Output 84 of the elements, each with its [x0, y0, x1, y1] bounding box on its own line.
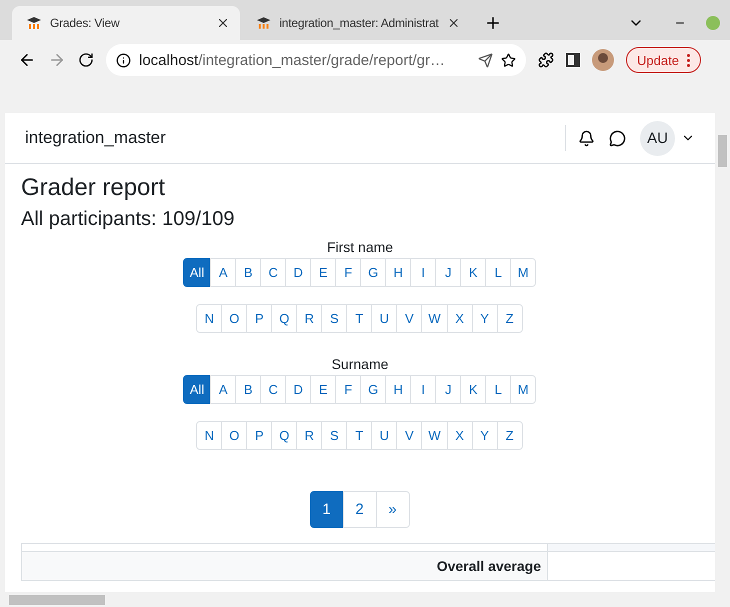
new-tab-icon[interactable] [484, 14, 502, 32]
participants-count: All participants: 109/109 [21, 208, 236, 231]
letter-filter[interactable]: A [210, 375, 236, 404]
letter-filter[interactable]: O [221, 304, 248, 333]
letter-filter[interactable]: T [346, 421, 372, 450]
letter-filter[interactable]: N [196, 304, 222, 333]
side-panel-icon[interactable] [566, 53, 580, 67]
update-button[interactable]: Update [626, 47, 701, 73]
letter-filter[interactable]: Q [271, 304, 298, 333]
letter-filter[interactable]: N [196, 421, 222, 450]
table-header: Overall average [436, 557, 542, 576]
info-icon [116, 52, 131, 68]
tab-title: integration_master: Administrat [279, 16, 439, 30]
letter-filter[interactable]: X [446, 421, 473, 450]
letter-filter[interactable]: D [285, 258, 312, 287]
letter-filter[interactable]: F [335, 375, 362, 404]
tab-title: Grades: View [50, 16, 121, 30]
letter-filter[interactable]: X [446, 304, 473, 333]
back-icon[interactable] [18, 51, 36, 69]
letter-filter[interactable]: V [396, 421, 422, 450]
letter-filter[interactable]: S [321, 421, 348, 450]
letter-filter[interactable]: Y [472, 421, 498, 450]
letter-filter[interactable]: R [296, 304, 322, 333]
letter-filter[interactable]: O [221, 421, 248, 450]
letter-filter[interactable]: H [385, 375, 412, 404]
letter-filter[interactable]: V [396, 304, 422, 333]
letter-filter[interactable]: Y [472, 304, 498, 333]
letter-filter[interactable]: C [260, 375, 286, 404]
letter-filter[interactable]: I [410, 375, 436, 404]
letter-filter[interactable]: T [346, 304, 372, 333]
letter-filter[interactable]: B [235, 258, 262, 287]
letter-filter[interactable]: G [360, 258, 386, 287]
profile-avatar[interactable] [592, 49, 614, 71]
filter-label: Surname [332, 356, 388, 372]
filter-label: First name [326, 239, 394, 255]
letter-filter[interactable]: K [460, 375, 486, 404]
letter-filter[interactable]: H [385, 258, 412, 287]
bell-icon[interactable] [578, 130, 595, 146]
letter-filter[interactable]: All [182, 258, 212, 287]
mortarboard-icon [256, 16, 272, 30]
page-link[interactable]: » [376, 491, 410, 528]
letter-filter[interactable]: All [182, 375, 212, 404]
star-icon[interactable] [501, 52, 516, 68]
letter-filter[interactable]: W [421, 421, 448, 450]
letter-filter[interactable]: U [371, 421, 398, 450]
letter-filter[interactable]: U [371, 304, 398, 333]
letter-filter[interactable]: W [421, 304, 448, 333]
letter-filter[interactable]: E [310, 258, 336, 287]
page-link[interactable]: 1 [310, 491, 344, 528]
letter-filter[interactable]: P [246, 421, 272, 450]
letter-filter[interactable]: E [310, 375, 336, 404]
site-name[interactable]: integration_master [25, 128, 565, 148]
letter-filter[interactable]: L [485, 375, 512, 404]
letter-filter[interactable]: M [510, 375, 536, 404]
letter-filter[interactable]: Z [496, 421, 523, 450]
user-avatar[interactable]: AU [640, 120, 675, 156]
letter-filter[interactable]: A [210, 258, 236, 287]
browser-tab[interactable]: Grades: View [12, 6, 240, 40]
letter-filter[interactable]: D [285, 375, 312, 404]
page-link[interactable]: 2 [342, 491, 376, 528]
url-text: localhost/integration_master/grade/report/gr… [139, 52, 446, 68]
letter-filter[interactable]: L [485, 258, 512, 287]
letter-filter[interactable]: F [335, 258, 362, 287]
letter-filter[interactable]: G [360, 375, 386, 404]
send-icon[interactable] [478, 52, 493, 68]
letter-filter[interactable]: M [510, 258, 536, 287]
page-title: Grader report [21, 174, 166, 202]
puzzle-icon[interactable] [538, 52, 554, 68]
letter-filter[interactable]: K [460, 258, 486, 287]
letter-filter[interactable]: Q [271, 421, 298, 450]
chat-icon[interactable] [609, 130, 626, 146]
letter-filter[interactable]: Z [496, 304, 523, 333]
letter-filter[interactable]: J [435, 258, 462, 287]
letter-filter[interactable]: R [296, 421, 322, 450]
letter-filter[interactable]: B [235, 375, 262, 404]
letter-filter[interactable]: C [260, 258, 286, 287]
address-bar[interactable]: localhost/integration_master/grade/report/gr… [106, 44, 526, 76]
letter-filter[interactable]: I [410, 258, 436, 287]
letter-filter[interactable]: P [246, 304, 272, 333]
browser-tab[interactable]: integration_master: Administrat [242, 6, 470, 40]
letter-filter[interactable]: S [321, 304, 348, 333]
mortarboard-icon [26, 16, 42, 30]
reload-icon[interactable] [78, 52, 94, 68]
letter-filter[interactable]: J [435, 375, 462, 404]
